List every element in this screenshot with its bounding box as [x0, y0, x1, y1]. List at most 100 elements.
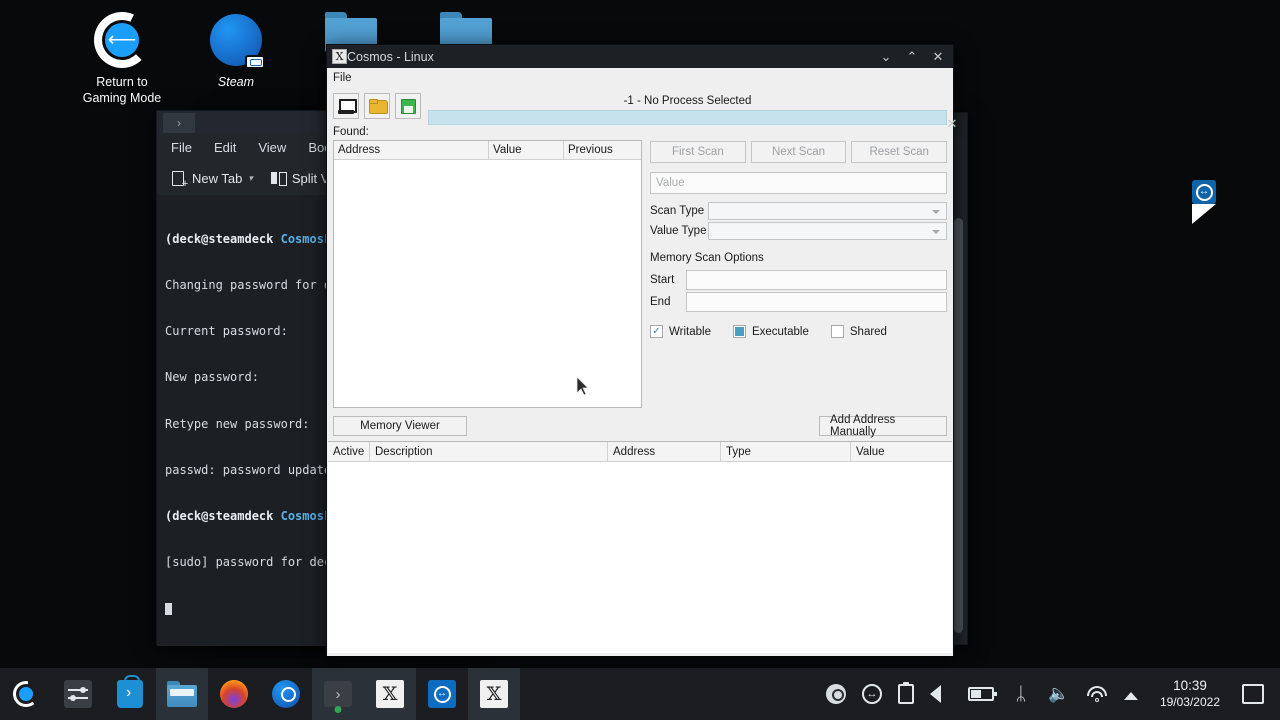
memory-viewer-button[interactable]: Memory Viewer: [333, 416, 467, 436]
taskbar-steamdeck-menu[interactable]: [0, 668, 52, 720]
menu-file[interactable]: File: [333, 72, 352, 84]
desktop-icon-return-to-gaming-mode[interactable]: ⟵ Return to Gaming Mode: [62, 12, 182, 106]
new-tab-button[interactable]: New Tab ▾: [171, 170, 253, 190]
scan-controls-panel: First Scan Next Scan Reset Scan Value Sc…: [650, 140, 948, 408]
file-manager-close-icon[interactable]: ✕: [945, 117, 959, 131]
memory-end-input[interactable]: [686, 292, 947, 312]
running-indicator: [334, 706, 342, 713]
address-list-table[interactable]: Active Description Address Type Value: [328, 441, 952, 653]
tray-clipboard-icon[interactable]: [897, 682, 914, 704]
found-label: Found:: [333, 126, 369, 138]
cosmos-window[interactable]: X Cosmos - Linux ⌄ ⌃ ✕ File -1 - No Proc…: [326, 44, 954, 656]
show-desktop-button[interactable]: [1242, 684, 1264, 704]
shared-checkbox[interactable]: [830, 325, 844, 338]
clock-date: 19/03/2022: [1159, 695, 1220, 709]
open-file-button[interactable]: [364, 93, 390, 119]
firefox-icon: [220, 680, 248, 708]
scan-progress-bar: [428, 110, 947, 125]
split-view-icon: [270, 171, 287, 186]
close-button[interactable]: ✕: [931, 49, 945, 64]
reset-scan-button[interactable]: Reset Scan: [851, 141, 948, 163]
konsole-icon: ›: [324, 681, 352, 707]
computer-icon: [338, 98, 357, 114]
tray-battery-icon[interactable]: [967, 687, 997, 701]
value-type-dropdown[interactable]: [708, 222, 947, 240]
file-manager-scrollbar[interactable]: [954, 218, 963, 633]
taskbar-teamviewer[interactable]: ↔: [416, 668, 468, 720]
settings-sliders-icon: [64, 680, 92, 708]
column-header-address[interactable]: Address: [334, 141, 489, 160]
executable-checkbox[interactable]: [732, 325, 746, 338]
tray-teamviewer-icon[interactable]: ↔: [861, 684, 882, 704]
select-process-button[interactable]: [333, 93, 359, 119]
menu-edit[interactable]: Edit: [214, 140, 236, 155]
new-tab-label: New Tab: [192, 170, 243, 186]
teamviewer-icon: ↔: [1192, 180, 1216, 204]
taskbar[interactable]: › 𝕏 ↔ 𝕏 ↔ ᛦ 🔈: [0, 668, 1280, 720]
maximize-button[interactable]: ⌃: [905, 49, 919, 64]
add-address-manually-button[interactable]: Add Address Manually: [819, 414, 947, 438]
tray-bluetooth-icon[interactable]: ᛦ: [1010, 683, 1032, 705]
cosmos-menubar[interactable]: File: [327, 68, 953, 87]
tray-volume-icon[interactable]: [929, 685, 952, 703]
menu-file[interactable]: File: [171, 140, 192, 155]
scan-buttons-row: First Scan Next Scan Reset Scan: [650, 141, 948, 163]
tray-expand-icon[interactable]: [1123, 692, 1138, 700]
desktop-icon-label: Return to Gaming Mode: [82, 75, 162, 105]
scan-value-input[interactable]: Value: [650, 172, 947, 194]
taskbar-cosmos-1[interactable]: 𝕏: [364, 668, 416, 720]
teamviewer-edge-tail: [1192, 204, 1216, 224]
process-status-label: -1 - No Process Selected: [623, 95, 752, 107]
steam-icon: [272, 680, 300, 708]
save-file-button[interactable]: [395, 93, 421, 119]
taskbar-file-manager[interactable]: [156, 668, 208, 720]
steamdeck-logo-icon: [13, 681, 39, 707]
next-scan-button[interactable]: Next Scan: [750, 141, 847, 163]
terminal-cursor: [165, 602, 172, 615]
tray-steam-icon[interactable]: [825, 684, 846, 704]
first-scan-button[interactable]: First Scan: [650, 141, 746, 163]
column-header-address[interactable]: Address: [608, 442, 721, 461]
steam-icon: [208, 12, 265, 69]
taskbar-settings[interactable]: [52, 668, 104, 720]
column-header-previous[interactable]: Previous: [564, 141, 641, 160]
minimize-button[interactable]: ⌄: [879, 49, 893, 64]
terminal-tab[interactable]: ›: [163, 113, 195, 133]
system-tray: ↔ ᛦ 🔈 10:39 19/03/2022: [825, 678, 1280, 710]
taskbar-firefox[interactable]: [208, 668, 260, 720]
process-status-area: -1 - No Process Selected: [426, 93, 953, 125]
menu-view[interactable]: View: [258, 140, 286, 155]
taskbar-clock[interactable]: 10:39 19/03/2022: [1154, 678, 1226, 710]
column-header-description[interactable]: Description: [370, 442, 608, 461]
tray-wifi-icon[interactable]: [1086, 685, 1108, 703]
writable-checkbox[interactable]: ✓: [650, 325, 663, 338]
teamviewer-icon: ↔: [428, 680, 456, 708]
column-header-value[interactable]: Value: [851, 442, 952, 461]
shared-label: Shared: [849, 325, 887, 338]
file-manager-icon: [167, 681, 197, 707]
taskbar-launchers: › 𝕏 ↔ 𝕏: [0, 668, 520, 720]
chevron-down-icon[interactable]: ▾: [248, 173, 253, 184]
open-folder-icon: [368, 99, 388, 114]
new-tab-icon: [171, 170, 188, 190]
scan-results-table[interactable]: Address Value Previous: [333, 140, 642, 408]
teamviewer-edge-widget[interactable]: ↔: [1192, 180, 1218, 226]
value-type-label: Value Type: [650, 225, 707, 237]
column-header-value[interactable]: Value: [489, 141, 564, 160]
taskbar-steam[interactable]: [260, 668, 312, 720]
cosmos-titlebar[interactable]: X Cosmos - Linux ⌄ ⌃ ✕: [327, 45, 953, 68]
memory-start-label: Start: [650, 274, 675, 286]
cosmos-toolbar-row: -1 - No Process Selected: [327, 87, 953, 125]
column-header-active[interactable]: Active: [328, 442, 370, 461]
taskbar-discover[interactable]: [104, 668, 156, 720]
desktop-icon-steam[interactable]: Steam: [176, 12, 296, 90]
taskbar-cosmos-2[interactable]: 𝕏: [468, 668, 520, 720]
executable-label: Executable: [751, 325, 809, 338]
discover-store-icon: [117, 675, 143, 708]
tray-microphone-icon[interactable]: 🔈: [1048, 683, 1070, 705]
memory-start-input[interactable]: [686, 270, 947, 290]
back-arrow-icon: ⟵: [94, 12, 150, 68]
column-header-type[interactable]: Type: [721, 442, 851, 461]
scan-type-dropdown[interactable]: [708, 202, 947, 220]
taskbar-konsole[interactable]: ›: [312, 668, 364, 720]
